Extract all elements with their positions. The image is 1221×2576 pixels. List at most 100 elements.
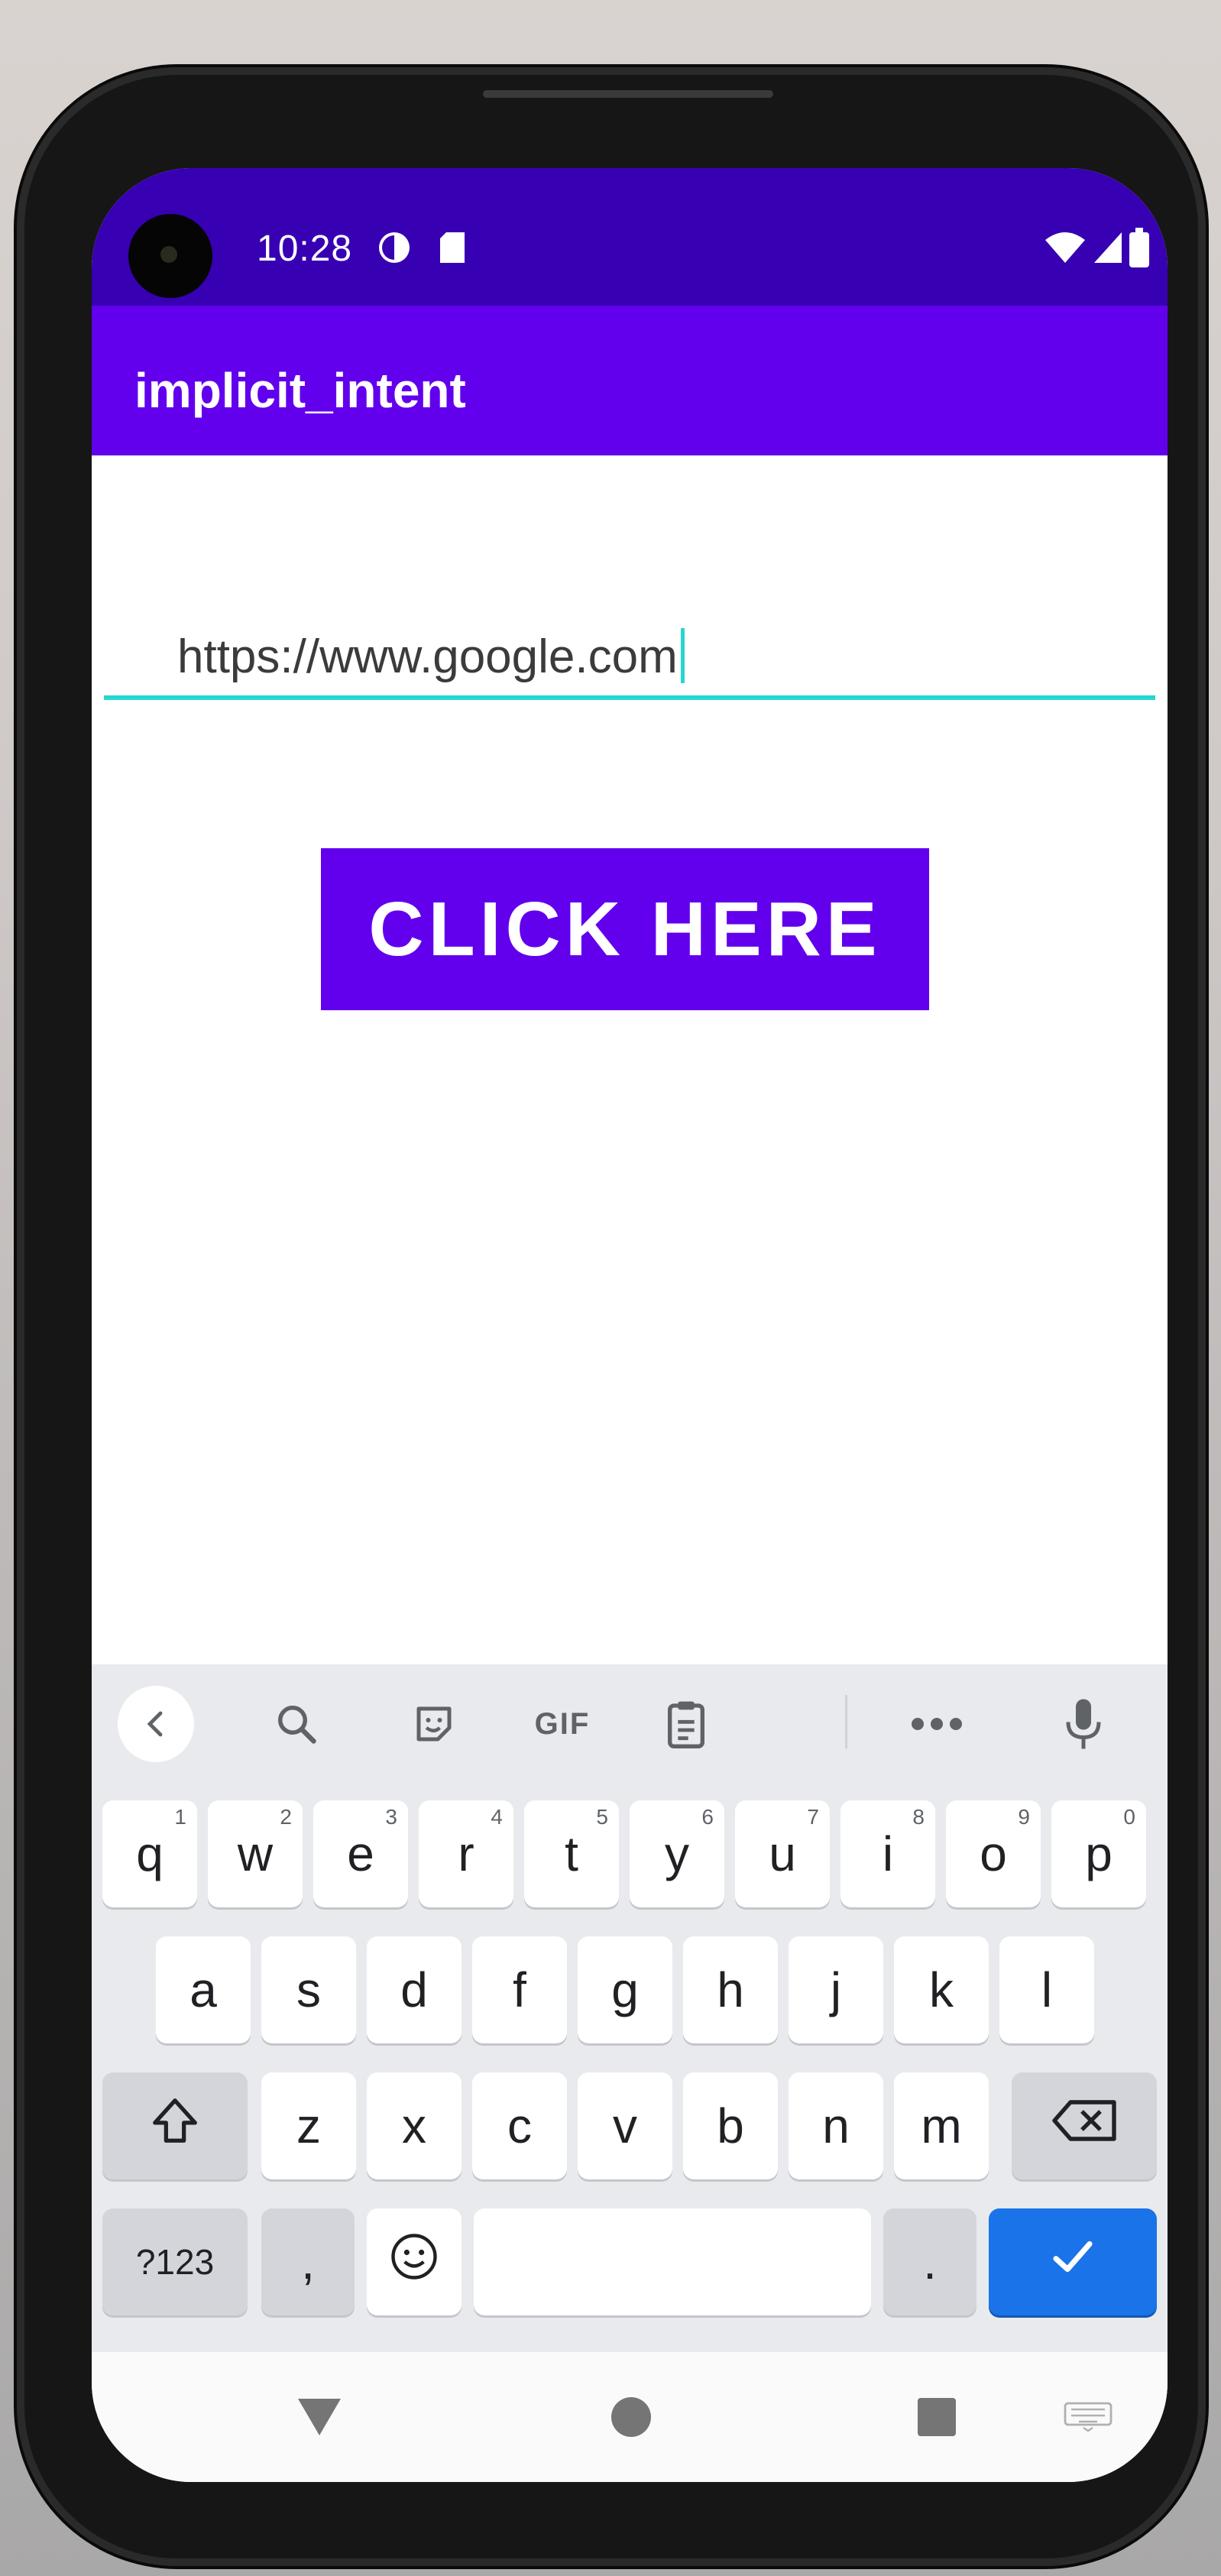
toolbar-divider <box>845 1695 847 1748</box>
key-number-hint: 6 <box>701 1805 714 1829</box>
key-l[interactable]: l <box>999 1936 1094 2043</box>
key-number-hint: 8 <box>912 1805 925 1829</box>
key-w[interactable]: w2 <box>208 1800 303 1907</box>
key-label: a <box>189 1962 217 2017</box>
keyboard-hide-icon[interactable] <box>1057 2390 1119 2444</box>
key-p[interactable]: p0 <box>1051 1800 1146 1907</box>
clipboard-icon[interactable] <box>656 1693 717 1755</box>
circle-home-icon[interactable] <box>601 2390 662 2444</box>
key-number-hint: 2 <box>280 1805 292 1829</box>
key-q[interactable]: q1 <box>102 1800 197 1907</box>
key-e[interactable]: e3 <box>313 1800 408 1907</box>
square-recents-icon[interactable] <box>906 2390 967 2444</box>
key-label: y <box>665 1826 689 1881</box>
chevron-left-icon[interactable] <box>118 1686 194 1762</box>
circle-half-icon <box>376 229 413 270</box>
key-label: j <box>830 1962 842 2017</box>
key-number-hint: 3 <box>385 1805 397 1829</box>
key-g[interactable]: g <box>578 1936 672 2043</box>
key-b[interactable]: b <box>683 2072 778 2179</box>
key-h[interactable]: h <box>683 1936 778 2043</box>
key-label: o <box>980 1826 1007 1881</box>
key-label: g <box>611 1962 639 2017</box>
triangle-back-icon[interactable] <box>289 2390 350 2444</box>
more-horizontal-icon[interactable] <box>899 1693 975 1755</box>
key-label: i <box>882 1826 894 1881</box>
key-label: w <box>237 1826 274 1881</box>
key-d[interactable]: d <box>367 1936 462 2043</box>
key-number-hint: 0 <box>1123 1805 1135 1829</box>
key-k[interactable]: k <box>894 1936 989 2043</box>
key-y[interactable]: y6 <box>630 1800 724 1907</box>
key-label: v <box>613 2098 637 2153</box>
key-number-hint: 7 <box>807 1805 819 1829</box>
url-input[interactable]: https://www.google.com <box>104 596 1155 700</box>
key-r[interactable]: r4 <box>419 1800 513 1907</box>
key-label: r <box>458 1826 474 1881</box>
emoji-key[interactable] <box>367 2208 462 2315</box>
key-label: u <box>769 1826 796 1881</box>
sticker-icon[interactable] <box>403 1693 465 1755</box>
navigation-bar <box>92 2352 1168 2482</box>
mic-icon[interactable] <box>1053 1693 1114 1755</box>
status-bar: 10:28 <box>92 168 1168 306</box>
key-label: h <box>717 1962 744 2017</box>
url-input-text[interactable]: https://www.google.com <box>177 628 685 684</box>
key-a[interactable]: a <box>156 1936 251 2043</box>
key-label: x <box>402 2098 426 2153</box>
key-c[interactable]: c <box>472 2072 567 2179</box>
enter-key[interactable] <box>989 2208 1157 2315</box>
key-label: q <box>136 1826 164 1881</box>
key-z[interactable]: z <box>261 2072 356 2179</box>
key-label: t <box>565 1826 578 1881</box>
key-s[interactable]: s <box>261 1936 356 2043</box>
status-icons-right <box>1044 228 1149 271</box>
key-label: c <box>507 2098 532 2153</box>
search-icon[interactable] <box>266 1693 327 1755</box>
shift-key[interactable] <box>102 2072 248 2179</box>
key-n[interactable]: n <box>789 2072 883 2179</box>
key-label: b <box>717 2098 744 2153</box>
app-title: implicit_intent <box>134 363 466 418</box>
key-label: k <box>929 1962 954 2017</box>
key-label: l <box>1041 1962 1053 2017</box>
period-key[interactable]: . <box>883 2208 976 2315</box>
key-number-hint: 9 <box>1018 1805 1030 1829</box>
status-time: 10:28 <box>257 228 353 269</box>
key-x[interactable]: x <box>367 2072 462 2179</box>
key-m[interactable]: m <box>894 2072 989 2179</box>
app-bar: implicit_intent <box>92 306 1168 455</box>
backspace-key[interactable] <box>1012 2072 1157 2179</box>
key-number-hint: 5 <box>596 1805 608 1829</box>
soft-keyboard: GIF q1w2e3r4t5y6u7i8o9p0 asdfghjkl z x c… <box>92 1664 1168 2352</box>
space-key[interactable] <box>474 2208 871 2315</box>
battery-icon <box>1129 228 1149 271</box>
key-number-hint: 1 <box>174 1805 186 1829</box>
keyboard-toolbar: GIF <box>92 1664 1168 1779</box>
wifi-icon <box>1044 229 1087 270</box>
key-label: z <box>296 2098 321 2153</box>
emoji-icon <box>389 2231 439 2293</box>
key-label: f <box>513 1962 526 2017</box>
key-label: m <box>921 2098 962 2153</box>
key-number-hint: 4 <box>491 1805 503 1829</box>
key-f[interactable]: f <box>472 1936 567 2043</box>
front-camera <box>128 214 212 298</box>
comma-key[interactable]: , <box>261 2208 355 2315</box>
key-v[interactable]: v <box>578 2072 672 2179</box>
phone-frame: 10:28 implicit_intent https://www.google… <box>17 67 1206 2566</box>
earpiece <box>483 90 773 98</box>
click-here-button[interactable]: CLICK HERE <box>321 848 929 1010</box>
shift-icon <box>148 2094 202 2159</box>
key-o[interactable]: o9 <box>946 1800 1041 1907</box>
key-j[interactable]: j <box>789 1936 883 2043</box>
backspace-icon <box>1050 2098 1119 2155</box>
checkmark-icon <box>1048 2231 1098 2293</box>
key-label: n <box>822 2098 850 2153</box>
key-u[interactable]: u7 <box>735 1800 830 1907</box>
signal-icon <box>1091 229 1125 270</box>
key-i[interactable]: i8 <box>840 1800 935 1907</box>
key-t[interactable]: t5 <box>524 1800 619 1907</box>
gif-button[interactable]: GIF <box>517 1693 608 1755</box>
symbols-key[interactable]: ?123 <box>102 2208 248 2315</box>
